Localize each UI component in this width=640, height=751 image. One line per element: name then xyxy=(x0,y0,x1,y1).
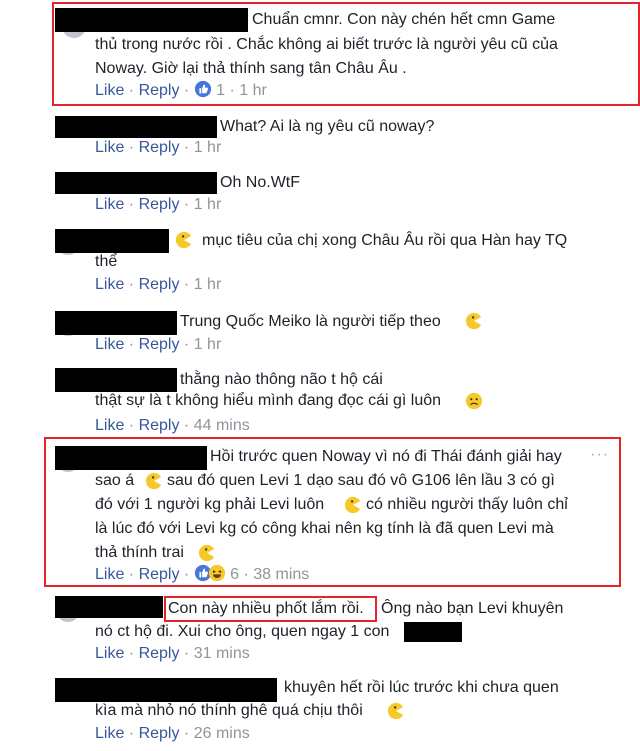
comment-8: Con này nhiều phốt lắm rồi. Ông nào bạn … xyxy=(0,592,640,667)
confused-icon xyxy=(465,392,483,410)
comment-text: mục tiêu của chị xong Châu Âu rồi qua Hà… xyxy=(202,232,568,249)
reply-button[interactable]: Reply xyxy=(139,276,180,293)
comment-text: Trung Quốc Meiko là người tiếp theo xyxy=(180,313,441,330)
redacted-name xyxy=(55,368,177,392)
timestamp[interactable]: 26 mins xyxy=(194,725,250,742)
comment-text: nó ct hộ đi. Xui cho ông, quen ngay 1 co… xyxy=(95,623,390,640)
comment-text: What? Ai là ng yêu cũ noway? xyxy=(220,118,435,135)
highlight-box xyxy=(52,2,640,106)
timestamp[interactable]: 1 hr xyxy=(194,336,222,353)
timestamp[interactable]: 1 hr xyxy=(194,196,222,213)
comment-3: Oh No.WtF Like · Reply · 1 hr xyxy=(0,168,640,223)
comment-text: thật sự là t không hiểu mình đang đọc cá… xyxy=(95,392,442,409)
like-button[interactable]: Like xyxy=(95,417,124,434)
pacman-icon xyxy=(175,231,193,249)
timestamp[interactable]: 31 mins xyxy=(194,645,250,662)
like-button[interactable]: Like xyxy=(95,645,124,662)
redacted-name xyxy=(55,172,217,194)
like-button[interactable]: Like xyxy=(95,725,124,742)
comment-text: Ông nào bạn Levi khuyên xyxy=(381,600,564,617)
like-button[interactable]: Like xyxy=(95,276,124,293)
comment-9: khuyên hết rồi lúc trước khi chưa quen k… xyxy=(0,672,640,751)
comment-6: thằng nào thông não t hộ cái thật sự là … xyxy=(0,366,640,436)
timestamp[interactable]: 1 hr xyxy=(194,139,222,156)
comment-meta: Like · Reply · 1 hr xyxy=(95,276,222,293)
comment-meta: Like · Reply · 31 mins xyxy=(95,645,250,662)
reply-button[interactable]: Reply xyxy=(139,725,180,742)
comment-text: Con này nhiều phốt lắm rồi. xyxy=(168,600,364,617)
comment-meta: Like · Reply · 26 mins xyxy=(95,725,250,742)
comment-text: thằng nào thông não t hộ cái xyxy=(180,371,383,388)
comment-5: Trung Quốc Meiko là người tiếp theo Like… xyxy=(0,308,640,363)
like-button[interactable]: Like xyxy=(95,139,124,156)
comment-text: kìa mà nhỏ nó thính ghê quá chịu thôi xyxy=(95,702,363,719)
pacman-icon xyxy=(465,312,483,330)
highlight-box xyxy=(44,437,621,587)
reply-button[interactable]: Reply xyxy=(139,139,180,156)
pacman-icon xyxy=(387,702,405,720)
like-button[interactable]: Like xyxy=(95,196,124,213)
reply-button[interactable]: Reply xyxy=(139,645,180,662)
timestamp[interactable]: 1 hr xyxy=(194,276,222,293)
comment-2: What? Ai là ng yêu cũ noway? Like · Repl… xyxy=(0,110,640,165)
timestamp[interactable]: 44 mins xyxy=(194,417,250,434)
comment-meta: Like · Reply · 44 mins xyxy=(95,417,250,434)
reply-button[interactable]: Reply xyxy=(139,417,180,434)
comment-text: khuyên hết rồi lúc trước khi chưa quen xyxy=(284,679,559,696)
redacted-name xyxy=(55,678,277,702)
redacted-name xyxy=(55,596,163,618)
like-button[interactable]: Like xyxy=(95,336,124,353)
reply-button[interactable]: Reply xyxy=(139,336,180,353)
redacted-name xyxy=(55,311,177,335)
comment-meta: Like · Reply · 1 hr xyxy=(95,139,222,156)
redacted-name xyxy=(55,116,217,138)
redacted-name xyxy=(55,229,169,253)
comment-meta: Like · Reply · 1 hr xyxy=(95,196,222,213)
comment-meta: Like · Reply · 1 hr xyxy=(95,336,222,353)
comment-text: Oh No.WtF xyxy=(220,174,301,191)
reply-button[interactable]: Reply xyxy=(139,196,180,213)
redacted-word xyxy=(404,622,462,642)
comment-text: thể xyxy=(95,253,118,270)
comment-4: mục tiêu của chị xong Châu Âu rồi qua Hà… xyxy=(0,225,640,305)
